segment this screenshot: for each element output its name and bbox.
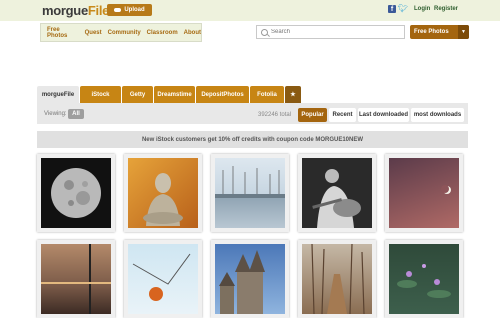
sort-last-downloaded[interactable]: Last downloaded [358, 108, 409, 122]
nav-item-community[interactable]: Community [108, 30, 141, 36]
photo-image [128, 244, 198, 314]
photo-image [41, 158, 111, 228]
photo-thumbnail-berry-branch[interactable] [124, 240, 202, 318]
sort-recent[interactable]: Recent [329, 108, 356, 122]
tab-fotolia[interactable]: Fotolia [250, 86, 284, 103]
viewing-label: Viewing: [44, 111, 67, 117]
logo[interactable]: morgueFile [42, 3, 109, 18]
photo-image [215, 158, 285, 228]
photo-thumbnail-harbor[interactable] [211, 154, 289, 232]
nav-item-classroom[interactable]: Classroom [147, 30, 178, 36]
register-link[interactable]: Register [434, 6, 458, 12]
source-tabs: morgueFile iStock Getty Dreamstime Depos… [37, 86, 301, 103]
photo-thumbnail-moon[interactable] [37, 154, 115, 232]
photo-thumbnail-buddha[interactable] [124, 154, 202, 232]
logo-text-morgue: morgue [42, 3, 88, 18]
total-count: 392246 total [258, 112, 292, 118]
search-input[interactable] [271, 29, 391, 35]
star-icon[interactable]: ★ [285, 86, 301, 103]
cloud-upload-icon [114, 8, 122, 12]
search-icon [261, 28, 268, 36]
tab-depositphotos[interactable]: DepositPhotos [196, 86, 249, 103]
photo-thumbnail-castle[interactable] [211, 240, 289, 318]
chevron-down-icon[interactable]: ▼ [458, 25, 469, 39]
photo-image [128, 158, 198, 228]
login-link[interactable]: Login [414, 6, 430, 12]
photo-thumbnail-crescent-sky[interactable] [385, 154, 463, 232]
tab-morguefile[interactable]: morgueFile [37, 86, 79, 103]
nav-item-about[interactable]: About [184, 30, 201, 36]
photo-thumbnail-sunset-pier[interactable] [37, 240, 115, 318]
sort-popular[interactable]: Popular [298, 108, 327, 122]
photo-thumbnail-boardwalk[interactable] [298, 240, 376, 318]
search-box[interactable] [256, 25, 405, 39]
tab-dreamstime[interactable]: Dreamstime [154, 86, 195, 103]
upload-label: Upload [124, 7, 145, 13]
photo-image [302, 158, 372, 228]
free-photos-label: Free Photos [414, 29, 449, 35]
photo-image [389, 158, 459, 228]
upload-button[interactable]: Upload [107, 4, 152, 16]
photo-thumbnail-lotus-pond[interactable] [385, 240, 463, 318]
photo-image [302, 244, 372, 314]
tab-getty[interactable]: Getty [122, 86, 153, 103]
nav-item-free-photos[interactable]: Free Photos [47, 27, 79, 39]
viewing-all-button[interactable]: All [68, 109, 84, 119]
logo-text-file: File [87, 3, 110, 18]
twitter-icon[interactable]: 🐦︎ [398, 5, 408, 13]
photo-image [215, 244, 285, 314]
nav-item-quest[interactable]: Quest [85, 30, 102, 36]
main-nav: Free Photos Quest Community Classroom Ab… [40, 23, 202, 42]
photo-image [41, 244, 111, 314]
facebook-icon[interactable]: f [388, 5, 396, 13]
sort-most-downloads[interactable]: most downloads [411, 108, 464, 122]
photo-image [389, 244, 459, 314]
photo-thumbnail-guitarist[interactable] [298, 154, 376, 232]
free-photos-dropdown[interactable]: Free Photos ▼ [410, 25, 469, 39]
promo-banner[interactable]: New iStock customers get 10% off credits… [37, 131, 468, 148]
tab-istock[interactable]: iStock [80, 86, 121, 103]
